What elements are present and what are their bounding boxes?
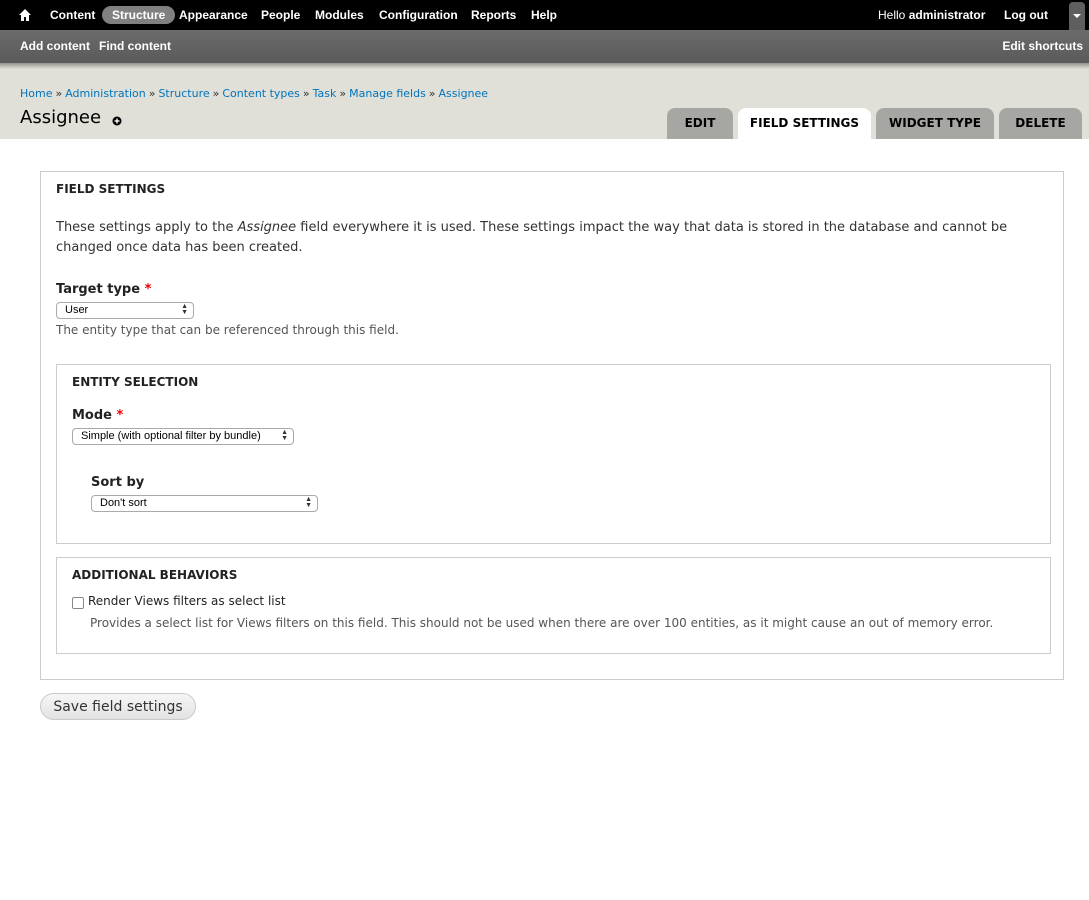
sort-by-select[interactable]: Don't sort ▲ ▼ (91, 495, 318, 512)
breadcrumb-structure[interactable]: Structure (158, 87, 209, 100)
breadcrumb-separator: » (428, 87, 436, 100)
field-settings-legend: Field settings (56, 182, 166, 196)
description-field-name: Assignee (237, 220, 297, 235)
logout-link[interactable]: Log out (1004, 0, 1048, 30)
tab-delete[interactable]: Delete (999, 108, 1082, 139)
breadcrumb-separator: » (339, 87, 347, 100)
toolbar-menu-configuration[interactable]: Configuration (379, 0, 458, 30)
shortcut-find-content[interactable]: Find content (99, 30, 171, 63)
toolbar-menu-appearance[interactable]: Appearance (179, 0, 248, 30)
admin-toolbar: Content Structure Appearance People Modu… (0, 0, 1089, 30)
additional-behaviors-legend: Additional behaviors (72, 568, 238, 582)
field-settings-description: These settings apply to the Assignee fie… (56, 218, 1051, 258)
toolbar-menu-help[interactable]: Help (531, 0, 557, 30)
render-views-filters-help: Provides a select list for Views filters… (90, 616, 994, 630)
entity-selection-legend: Entity selection (72, 375, 199, 389)
mode-label: Mode * (72, 408, 123, 423)
add-shortcut-icon[interactable] (112, 116, 122, 126)
toolbar-menu-content[interactable]: Content (50, 0, 95, 30)
toolbar-menu-modules[interactable]: Modules (315, 0, 364, 30)
sort-by-label: Sort by (91, 475, 145, 490)
tab-edit[interactable]: Edit (667, 108, 733, 139)
toolbar-shadow (0, 63, 1089, 69)
breadcrumb-separator: » (55, 87, 63, 100)
mode-select[interactable]: Simple (with optional filter by bundle) ▲… (72, 428, 294, 445)
render-views-filters-label[interactable]: Render Views filters as select list (88, 594, 286, 608)
required-marker: * (144, 282, 152, 297)
mode-label-text: Mode (72, 408, 112, 423)
field-settings-fieldset: Field settings These settings apply to t… (40, 171, 1064, 680)
breadcrumb-content-types[interactable]: Content types (222, 87, 300, 100)
breadcrumb-separator: » (212, 87, 220, 100)
tab-widget-type[interactable]: Widget type (876, 108, 994, 139)
breadcrumb: Home» Administration» Structure» Content ty… (20, 87, 488, 100)
breadcrumb-separator: » (302, 87, 310, 100)
sort-by-selected: Don't sort (100, 497, 147, 509)
target-type-help: The entity type that can be referenced t… (56, 323, 399, 337)
page-title: Assignee (20, 107, 102, 128)
target-type-label-text: Target type (56, 282, 141, 297)
toolbar-menu-structure[interactable]: Structure (102, 6, 176, 24)
target-type-selected: User (65, 304, 89, 316)
select-arrows-icon: ▲ ▼ (281, 429, 288, 442)
select-arrows-icon: ▲ ▼ (305, 496, 312, 509)
target-type-label: Target type * (56, 282, 151, 297)
additional-behaviors-fieldset: Additional behaviors Render Views filter… (56, 557, 1051, 654)
description-text: These settings apply to the (56, 220, 238, 235)
required-marker: * (116, 408, 124, 423)
breadcrumb-administration[interactable]: Administration (65, 87, 146, 100)
page-header: Home» Administration» Structure» Content ty… (0, 63, 1089, 139)
shortcut-add-content[interactable]: Add content (20, 30, 90, 63)
render-views-filters-checkbox[interactable] (72, 597, 84, 609)
breadcrumb-manage-fields[interactable]: Manage fields (349, 87, 426, 100)
user-greeting: Hello administrator (878, 0, 985, 30)
edit-shortcuts-link[interactable]: Edit shortcuts (1002, 30, 1083, 63)
breadcrumb-home[interactable]: Home (20, 87, 52, 100)
save-field-settings-button[interactable]: Save field settings (40, 693, 196, 720)
select-arrows-icon: ▲ ▼ (181, 303, 188, 316)
mode-selected: Simple (with optional filter by bundle) (81, 430, 261, 442)
home-icon[interactable] (18, 8, 32, 22)
breadcrumb-separator: » (148, 87, 156, 100)
tab-field-settings[interactable]: Field settings (738, 108, 871, 139)
greeting-prefix: Hello (878, 8, 909, 22)
entity-selection-fieldset: Entity selection Mode * Simple (with opt… (56, 364, 1051, 544)
user-account-link[interactable]: administrator (909, 8, 986, 22)
shortcuts-bar: Add content Find content Edit shortcuts (0, 30, 1089, 63)
toolbar-menu-reports[interactable]: Reports (471, 0, 516, 30)
breadcrumb-assignee[interactable]: Assignee (439, 87, 489, 100)
chevron-down-icon (1073, 14, 1081, 18)
toolbar-menu-people[interactable]: People (261, 0, 300, 30)
breadcrumb-task[interactable]: Task (313, 87, 337, 100)
target-type-select[interactable]: User ▲ ▼ (56, 302, 194, 319)
shortcuts-drawer-toggle[interactable] (1069, 2, 1085, 30)
